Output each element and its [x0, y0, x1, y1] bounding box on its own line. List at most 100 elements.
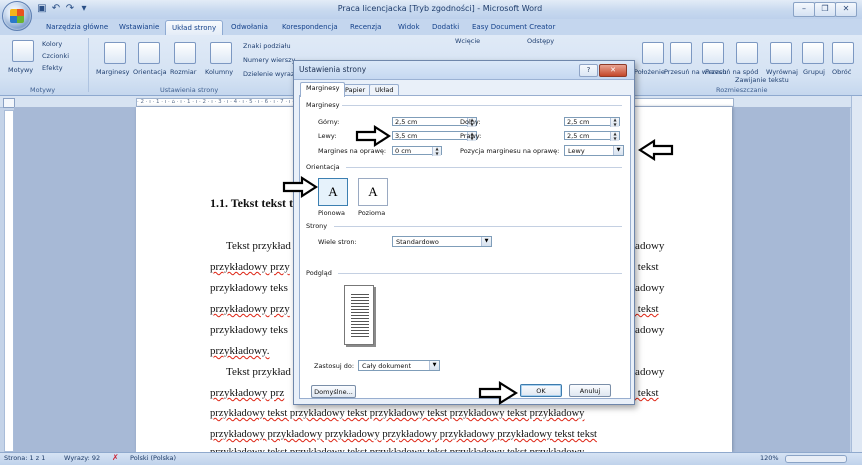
- columns-icon[interactable]: [210, 42, 232, 64]
- preview-lines: [351, 292, 369, 338]
- position-icon[interactable]: [642, 42, 664, 64]
- theme-colors-button[interactable]: Kolory: [42, 40, 62, 48]
- gutter-position-select[interactable]: Lewy ▼: [564, 145, 624, 156]
- landscape-option[interactable]: A: [358, 178, 388, 206]
- left-margin-label: Lewy:: [318, 132, 337, 140]
- orientation-button[interactable]: Orientacja: [133, 68, 167, 76]
- status-language[interactable]: Polski (Polska): [130, 454, 176, 462]
- save-icon[interactable]: ▣: [36, 3, 48, 15]
- divider: [334, 226, 622, 227]
- vertical-ruler[interactable]: [4, 110, 14, 452]
- cancel-button[interactable]: Anuluj: [569, 384, 611, 397]
- margins-icon[interactable]: [104, 42, 126, 64]
- portrait-option[interactable]: A: [318, 178, 348, 206]
- rotate-icon[interactable]: [832, 42, 854, 64]
- zoom-slider[interactable]: [785, 455, 847, 463]
- tab-view[interactable]: Widok: [392, 22, 426, 32]
- doc-line-left: przykładowy przy: [210, 261, 290, 273]
- apply-to-value: Cały dokument: [362, 362, 412, 370]
- group-label-themes: Motywy: [30, 86, 56, 94]
- undo-icon[interactable]: ↶: [50, 3, 62, 15]
- gutter-position-label: Pozycja marginesu na oprawę:: [460, 147, 560, 155]
- close-button[interactable]: ✕: [835, 2, 857, 17]
- bottom-margin-input[interactable]: 2,5 cm ▲ ▼: [564, 117, 620, 127]
- gutter-input[interactable]: 0 cm ▲ ▼: [392, 146, 442, 156]
- send-back-icon[interactable]: [702, 42, 724, 64]
- multiple-pages-value: Standardowo: [396, 238, 439, 246]
- document-heading: 1.1. Tekst tekst te: [210, 196, 299, 210]
- gutter-value: 0 cm: [395, 147, 412, 155]
- themes-icon[interactable]: [12, 40, 34, 62]
- top-margin-label: Górny:: [318, 118, 340, 126]
- doc-line-full: przykładowy przykładowy przykładowy przy…: [210, 429, 597, 440]
- doc-line-left: przykładowy teks: [210, 282, 288, 294]
- size-icon[interactable]: [174, 42, 196, 64]
- dialog-help-button[interactable]: ?: [579, 64, 598, 77]
- columns-button[interactable]: Kolumny: [205, 68, 233, 76]
- minimize-button[interactable]: –: [793, 2, 815, 17]
- dialog-title: Ustawienia strony: [299, 65, 367, 74]
- right-margin-value: 2,5 cm: [567, 132, 590, 140]
- multiple-pages-select[interactable]: Standardowo ▼: [392, 236, 492, 247]
- align-button[interactable]: Wyrównaj: [766, 68, 798, 76]
- theme-fonts-button[interactable]: Czcionki: [42, 52, 69, 60]
- doc-line-right: ładowy: [632, 324, 665, 336]
- right-margin-input[interactable]: 2,5 cm ▲ ▼: [564, 131, 620, 141]
- orientation-icon[interactable]: [138, 42, 160, 64]
- ok-button[interactable]: OK: [520, 384, 562, 397]
- group-button[interactable]: Grupuj: [803, 68, 825, 76]
- chevron-down-icon[interactable]: ▼: [613, 146, 623, 155]
- doc-line-left: przykładowy prz: [210, 387, 285, 399]
- section-preview: Podgląd: [306, 269, 332, 277]
- zoom-level[interactable]: 120%: [760, 454, 779, 462]
- text-wrap-icon[interactable]: [736, 42, 758, 64]
- breaks-button[interactable]: Znaki podziału: [243, 42, 291, 50]
- proofing-icon[interactable]: ✗: [112, 453, 119, 462]
- send-back-button[interactable]: Przesuń na spód: [705, 68, 758, 76]
- tab-margins[interactable]: Marginesy: [300, 82, 346, 97]
- spin-arrows-icon[interactable]: ▲ ▼: [610, 117, 619, 127]
- office-logo-icon: [10, 9, 24, 23]
- tab-mailings[interactable]: Korespondencja: [276, 22, 344, 32]
- tab-easy-document-creator[interactable]: Easy Document Creator: [466, 22, 561, 32]
- preview-page-icon: [344, 285, 374, 345]
- default-button[interactable]: Domyślne...: [311, 385, 356, 398]
- left-margin-value: 3,5 cm: [395, 132, 418, 140]
- redo-icon[interactable]: ↷: [64, 3, 76, 15]
- doc-line-left: Tekst przykład: [226, 366, 291, 378]
- themes-button[interactable]: Motywy: [8, 66, 33, 74]
- rotate-button[interactable]: Obróć: [832, 68, 851, 76]
- theme-effects-button[interactable]: Efekty: [42, 64, 63, 72]
- apply-to-select[interactable]: Cały dokument ▼: [358, 360, 440, 371]
- doc-line-right: t tekst: [632, 303, 659, 315]
- section-pages: Strony: [306, 222, 328, 230]
- doc-line-right: ładowy: [632, 366, 665, 378]
- align-icon[interactable]: [770, 42, 792, 64]
- status-words[interactable]: Wyrazy: 92: [64, 454, 100, 462]
- tab-insert[interactable]: Wstawianie: [113, 22, 165, 32]
- doc-line-right: ładowy: [632, 282, 665, 294]
- maximize-button[interactable]: ❐: [814, 2, 836, 17]
- size-button[interactable]: Rozmiar: [170, 68, 196, 76]
- line-numbers-button[interactable]: Numery wierszy: [243, 56, 295, 64]
- bring-front-icon[interactable]: [670, 42, 692, 64]
- spin-arrows-icon[interactable]: ▲ ▼: [610, 131, 619, 141]
- gutter-label: Margines na oprawę:: [318, 147, 387, 155]
- office-button[interactable]: [2, 1, 32, 31]
- dialog-close-button[interactable]: ✕: [599, 64, 627, 77]
- tab-addins[interactable]: Dodatki: [426, 22, 465, 32]
- chevron-down-icon[interactable]: ▼: [481, 237, 491, 246]
- spin-arrows-icon[interactable]: ▲ ▼: [432, 146, 441, 156]
- tab-home[interactable]: Narzędzia główne: [40, 22, 114, 32]
- tab-review[interactable]: Recenzja: [344, 22, 387, 32]
- vertical-scrollbar[interactable]: [851, 96, 862, 452]
- group-icon[interactable]: [802, 42, 824, 64]
- text-wrap-button[interactable]: Zawijanie tekstu: [735, 76, 789, 84]
- chevron-down-icon[interactable]: ▼: [429, 361, 439, 370]
- tab-references[interactable]: Odwołania: [225, 22, 274, 32]
- margins-button[interactable]: Marginesy: [96, 68, 129, 76]
- doc-line-left: przykładowy.: [210, 345, 270, 357]
- position-button[interactable]: Położenie: [634, 68, 665, 76]
- qat-customize-icon[interactable]: ▾: [78, 3, 90, 15]
- status-page[interactable]: Strona: 1 z 1: [4, 454, 45, 462]
